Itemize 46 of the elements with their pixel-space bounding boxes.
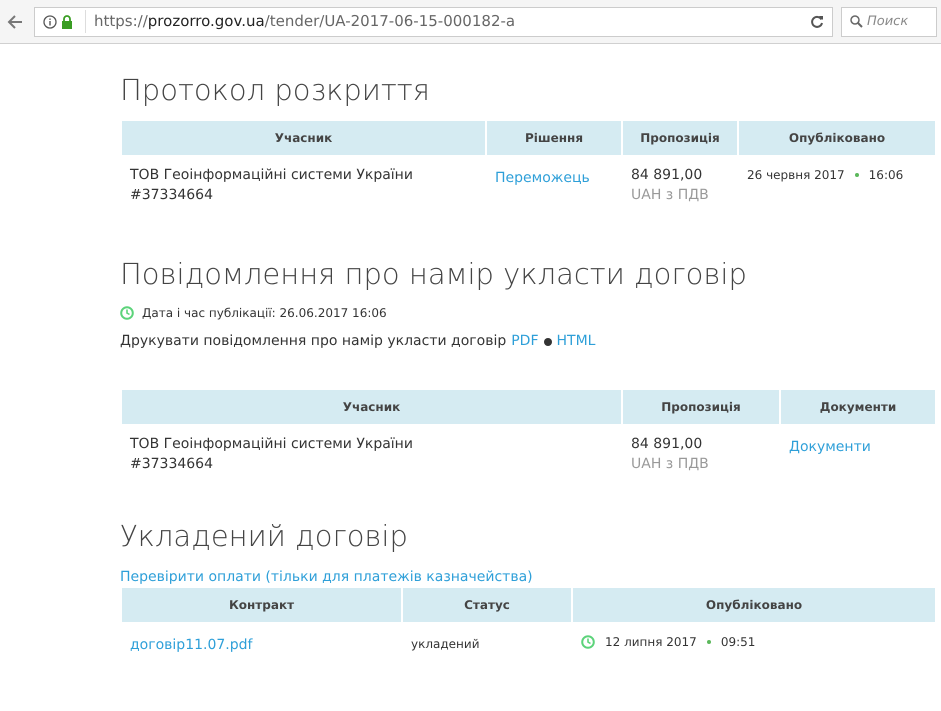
dot-icon [706,640,711,644]
search-field[interactable]: Поиск [841,6,937,36]
table-link[interactable]: Переможець [495,170,590,186]
amount-value: 84 891,00 [631,435,704,454]
lock-icon [61,14,73,28]
currency-note: UAH з ПДВ [631,455,710,474]
section-title: Повідомлення про намір укласти договір [120,256,748,292]
column-header: Статус [403,588,571,622]
column-header: Рішення [487,121,621,155]
column-header: Пропозиція [623,121,737,155]
column-header: Опубліковано [739,121,935,155]
publish-time: 09:51 [720,634,756,651]
column-header: Документи [781,390,935,424]
search-icon [850,15,863,28]
status-text: укладений [411,636,480,653]
back-arrow-icon [7,14,23,28]
html-link[interactable]: HTML [556,331,596,352]
print-label: Друкувати повідомлення про намір укласти договір [120,332,506,351]
participant-name: ТОВ Геоінформаційні системи України #37334664 [130,166,414,205]
bullet-icon [544,338,552,346]
column-header: Учасник [122,121,485,155]
column-header: Учасник [122,390,621,424]
reload-icon[interactable] [810,14,824,28]
currency-note: UAH з ПДВ [631,186,710,205]
payments-check-link[interactable]: Перевірити оплати (тільки для платежів казначейства) [120,567,935,588]
publish-date: 12 липня 2017 [605,634,697,651]
address-bar[interactable]: https://prozorro.gov.ua/tender/UA-2017-06-15-000182-a [34,6,833,36]
column-header: Контракт [122,588,401,622]
url-text: https://prozorro.gov.ua/tender/UA-2017-06-15-000182-a [85,10,806,33]
clock-icon [120,306,134,320]
participant-name: ТОВ Геоінформаційні системи України #37334664 [130,435,414,474]
section-title: Протокол розкриття [120,72,431,108]
amount-value: 84 891,00 [631,166,704,185]
pdf-link[interactable]: PDF [511,331,539,352]
column-header: Опубліковано [573,588,935,622]
column-header: Пропозиція [623,390,779,424]
section-title: Укладений договір [120,518,409,554]
dot-icon [854,173,859,177]
table-link[interactable]: договір11.07.pdf [130,637,252,653]
publish-time: 16:06 [868,167,904,184]
table-link[interactable]: Документи [789,439,871,455]
publish-date: 26 червня 2017 [747,167,845,184]
info-icon [43,14,57,28]
publication-date: Дата і час публікації: 26.06.2017 16:06 [142,305,387,322]
clock-icon [581,635,595,649]
search-input[interactable]: Поиск [867,12,927,32]
